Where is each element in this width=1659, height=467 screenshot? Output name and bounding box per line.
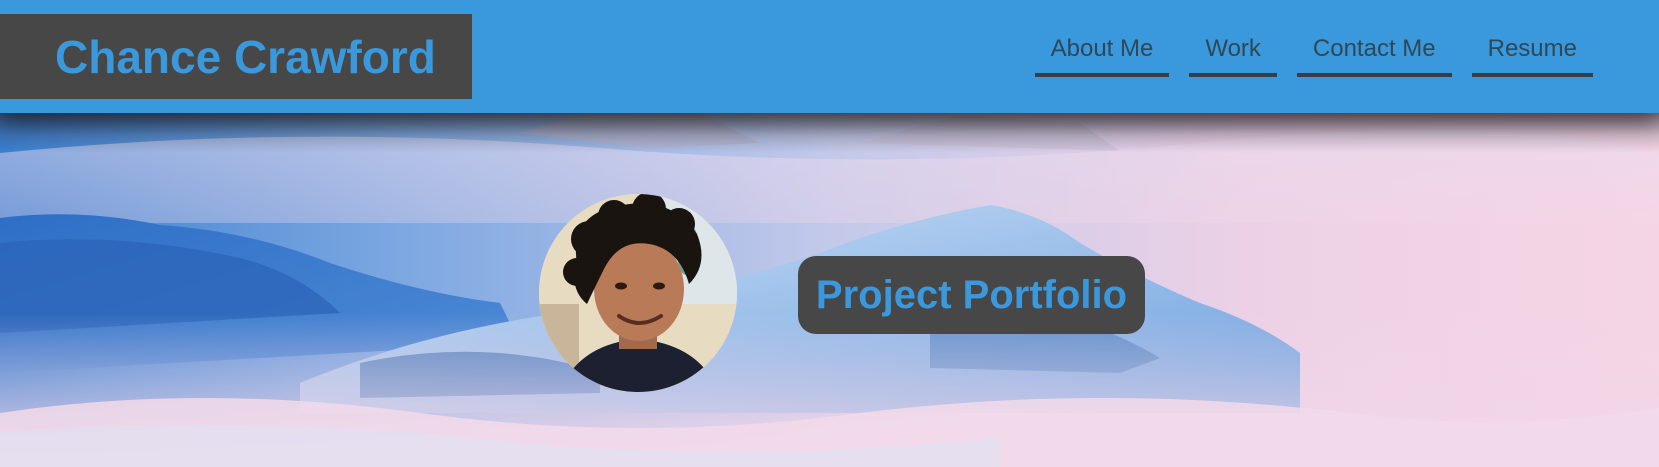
nav-work[interactable]: Work [1189, 32, 1277, 77]
nav-contact-me[interactable]: Contact Me [1296, 32, 1452, 77]
page: Chance Crawford About Me Work Contact Me… [0, 0, 1659, 467]
nav-about-me[interactable]: About Me [1034, 32, 1170, 77]
portfolio-title: Project Portfolio [815, 272, 1128, 317]
portfolio-title-badge: Project Portfolio [798, 256, 1145, 334]
nav-resume[interactable]: Resume [1471, 32, 1593, 77]
site-header: Chance Crawford About Me Work Contact Me… [0, 0, 1659, 113]
brand-box[interactable]: Chance Crawford [0, 14, 472, 99]
header-shadow [0, 113, 1659, 153]
main-nav: About Me Work Contact Me Resume [1034, 32, 1593, 77]
profile-photo [539, 194, 737, 392]
brand-name[interactable]: Chance Crawford [55, 30, 436, 84]
avatar [539, 194, 737, 392]
